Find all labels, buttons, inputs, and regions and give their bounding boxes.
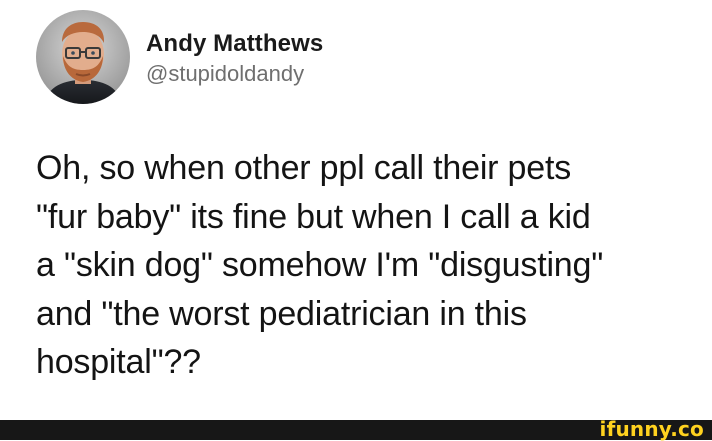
tweet-text-line: Oh, so when other ppl call their pets	[36, 149, 572, 187]
author-handle[interactable]: @stupidoldandy	[146, 59, 323, 89]
profile-photo-icon	[36, 10, 130, 104]
tweet-text-line: and "the worst pediatrician in this	[36, 294, 527, 333]
tweet-header: Andy Matthews @stupidoldandy	[36, 10, 323, 104]
tweet-text-line: "fur baby" its fine but when I call a ki…	[36, 197, 591, 236]
tweet-card: Andy Matthews @stupidoldandy Oh, so when…	[0, 0, 712, 420]
tweet-text: Oh, so when other ppl call their pets "f…	[36, 144, 696, 387]
tweet-text-line: hospital"??	[36, 343, 201, 382]
author-display-name[interactable]: Andy Matthews	[146, 29, 323, 59]
avatar[interactable]	[36, 10, 130, 104]
watermark-text: ifunny.co	[599, 417, 704, 441]
tweet-text-line: a "skin dog" somehow I'm "disgusting"	[36, 246, 604, 285]
watermark-bar: ifunny.co	[0, 418, 712, 440]
ifunny-watermark-logo: ifunny.co	[600, 418, 704, 440]
author-info: Andy Matthews @stupidoldandy	[146, 25, 323, 89]
